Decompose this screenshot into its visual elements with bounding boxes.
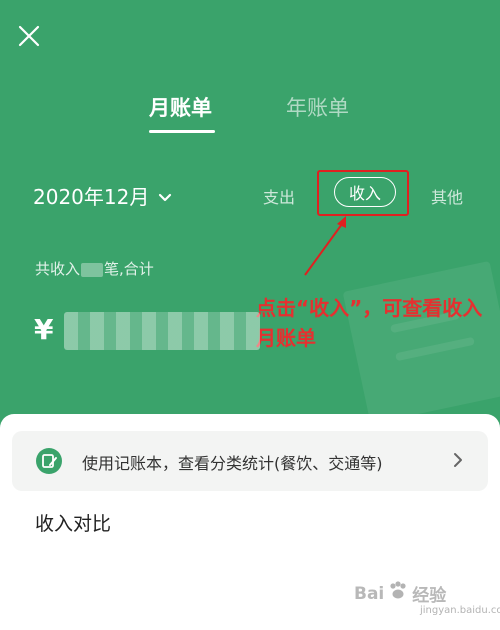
active-tab-indicator xyxy=(149,130,215,133)
tab-yearly-bill[interactable]: 年账单 xyxy=(286,92,349,122)
income-summary: 共收入 笔,合计 xyxy=(35,258,154,279)
type-tab-expense[interactable]: 支出 xyxy=(263,184,295,208)
bill-header: 月账单 年账单 2020年12月 支出 收入 其他 点击“收入”，可查看收入月账… xyxy=(0,0,500,440)
month-selector[interactable]: 2020年12月 xyxy=(33,181,172,210)
currency-symbol: ¥ xyxy=(34,313,54,346)
close-icon[interactable] xyxy=(17,24,41,48)
watermark: Bai 经验 xyxy=(354,580,446,607)
notebook-icon xyxy=(36,448,62,474)
annotation-highlight-box xyxy=(317,170,409,216)
summary-suffix: 笔,合计 xyxy=(104,260,154,278)
paw-icon xyxy=(387,580,409,607)
annotation-text: 点击“收入”，可查看收入月账单 xyxy=(256,296,483,350)
bookkeeping-promo-card[interactable]: 使用记账本，查看分类统计(餐饮、交通等) xyxy=(12,431,488,491)
tab-monthly-bill[interactable]: 月账单 xyxy=(149,92,212,122)
blurred-amount xyxy=(64,312,260,350)
summary-prefix: 共收入 xyxy=(35,260,81,278)
watermark-url: jingyan.baidu.com xyxy=(420,605,500,616)
month-label: 2020年12月 xyxy=(33,185,150,209)
watermark-text-right: 经验 xyxy=(412,586,447,606)
blurred-count xyxy=(81,262,104,277)
section-title-income-comparison: 收入对比 xyxy=(35,513,112,535)
promo-card-text: 使用记账本，查看分类统计(餐饮、交通等) xyxy=(82,454,383,473)
watermark-text-left: Bai xyxy=(354,583,385,604)
chevron-right-icon xyxy=(452,451,464,473)
type-tab-other[interactable]: 其他 xyxy=(431,184,463,208)
chevron-down-icon xyxy=(158,184,172,208)
